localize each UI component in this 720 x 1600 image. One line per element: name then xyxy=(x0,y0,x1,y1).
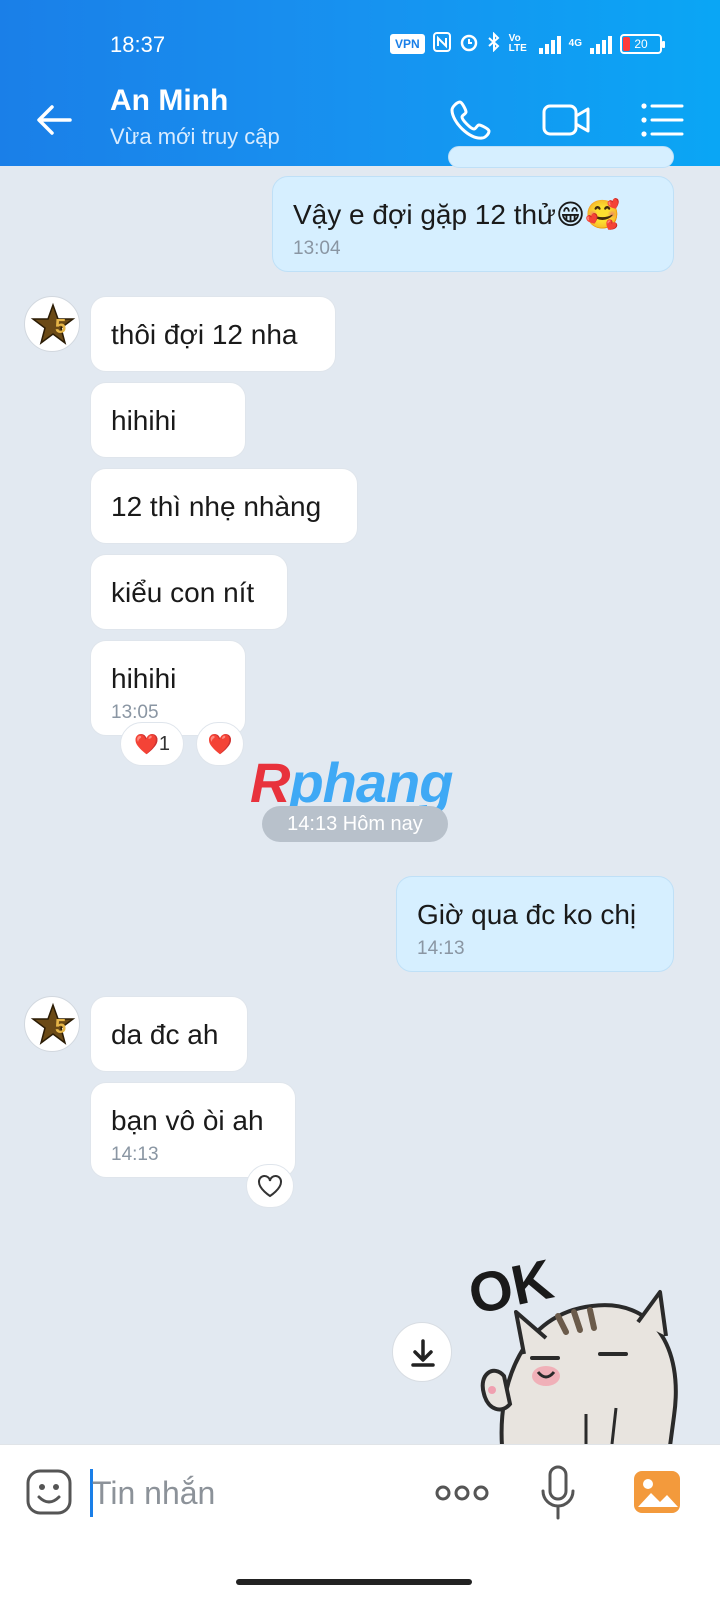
message-bubble-partial xyxy=(448,146,674,168)
star-logo-icon: 5 xyxy=(30,302,76,345)
message-text: bạn vô òi ah xyxy=(111,1105,264,1136)
arrow-left-icon xyxy=(37,105,72,135)
home-indicator[interactable] xyxy=(236,1579,472,1585)
status-time: 18:37 xyxy=(110,32,166,57)
menu-button[interactable] xyxy=(636,94,688,146)
call-button[interactable] xyxy=(446,94,498,146)
download-icon xyxy=(411,1339,435,1367)
heart-icon: ❤️ xyxy=(133,733,159,756)
message-text: Vậy e đợi gặp 12 thử😁🥰 xyxy=(293,199,620,230)
message-text: hihihi xyxy=(111,663,177,694)
watermark-first: R xyxy=(250,751,290,814)
watermark-rest: phang xyxy=(289,751,453,814)
download-button[interactable] xyxy=(392,1322,452,1382)
message-text: kiểu con nít xyxy=(111,577,255,608)
message-bubble-incoming[interactable]: thôi đợi 12 nha xyxy=(90,296,336,372)
message-bubble-incoming[interactable]: hihihi xyxy=(90,382,246,458)
emoji-icon xyxy=(26,1469,72,1515)
message-bubble-outgoing[interactable]: Giờ qua đc ko chị 14:13 xyxy=(396,876,674,972)
date-divider: 14:13 Hôm nay xyxy=(262,806,448,842)
signal-strength-2-icon xyxy=(590,34,612,54)
svg-text:5: 5 xyxy=(55,1016,66,1038)
voice-message-button[interactable] xyxy=(538,1463,578,1523)
message-text: hihihi xyxy=(111,405,177,436)
message-text: 12 thì nhẹ nhàng xyxy=(111,491,322,522)
signal-strength-icon xyxy=(538,34,561,54)
back-button[interactable] xyxy=(30,96,78,144)
message-time: 14:13 xyxy=(111,1144,159,1165)
svg-text:5: 5 xyxy=(55,316,66,338)
contact-avatar[interactable]: 5 xyxy=(24,996,80,1052)
message-text: da đc ah xyxy=(111,1019,219,1050)
message-time: 14:13 xyxy=(417,938,465,959)
star-logo-icon: 5 xyxy=(30,1002,76,1045)
list-menu-icon xyxy=(641,103,684,137)
battery-icon: 20 xyxy=(620,34,665,54)
vpn-badge: VPN xyxy=(389,34,425,54)
bluetooth-icon xyxy=(487,31,501,57)
phone-icon xyxy=(450,100,491,140)
message-input[interactable] xyxy=(92,1469,402,1517)
message-bubble-outgoing[interactable]: Vậy e đợi gặp 12 thử😁🥰 13:04 xyxy=(272,176,674,272)
message-bubble-incoming[interactable]: kiểu con nít xyxy=(90,554,288,630)
sticker-text: OK xyxy=(463,1247,558,1326)
message-text: thôi đợi 12 nha xyxy=(111,319,298,350)
heart-outline-icon xyxy=(258,1175,282,1198)
image-gallery-icon xyxy=(634,1471,680,1513)
heart-icon: ❤️ xyxy=(207,733,233,756)
react-heart-button[interactable] xyxy=(246,1164,294,1208)
nfc-icon xyxy=(432,31,451,57)
microphone-icon xyxy=(541,1465,575,1520)
network-label: 4G xyxy=(568,38,582,49)
message-time: 13:04 xyxy=(293,238,341,259)
cat-ok-sticker[interactable]: OK xyxy=(462,1244,688,1448)
reaction-count: 1 xyxy=(158,732,171,755)
emoji-button[interactable] xyxy=(24,1467,74,1517)
more-button[interactable] xyxy=(434,1479,490,1507)
contact-avatar[interactable]: 5 xyxy=(24,296,80,352)
battery-level: 20 xyxy=(634,37,648,51)
react-heart-button[interactable]: ❤️ xyxy=(196,722,244,766)
reaction-summary[interactable]: ❤️ 1 xyxy=(120,722,184,766)
message-text: Giờ qua đc ko chị xyxy=(417,899,637,930)
alarm-icon xyxy=(459,32,479,57)
volte-label: Vo LTE xyxy=(508,33,527,54)
image-gallery-button[interactable] xyxy=(632,1467,682,1517)
message-input-bar xyxy=(0,1444,720,1600)
more-dots-icon xyxy=(435,1485,489,1501)
status-icons: VPN Vo LTE 4G 20 xyxy=(389,31,665,57)
status-bar: 18:37 VPN Vo LTE 4G 20 xyxy=(0,0,720,72)
video-camera-icon xyxy=(542,104,590,136)
video-call-button[interactable] xyxy=(540,94,592,146)
message-bubble-incoming[interactable]: 12 thì nhẹ nhàng xyxy=(90,468,358,544)
message-bubble-incoming[interactable]: da đc ah xyxy=(90,996,248,1072)
contact-name[interactable]: An Minh xyxy=(110,84,228,118)
chat-header: 18:37 VPN Vo LTE 4G 20 An Minh Vừa mới t… xyxy=(0,0,720,166)
message-time: 13:05 xyxy=(111,702,159,723)
contact-status: Vừa mới truy cập xyxy=(110,124,280,149)
